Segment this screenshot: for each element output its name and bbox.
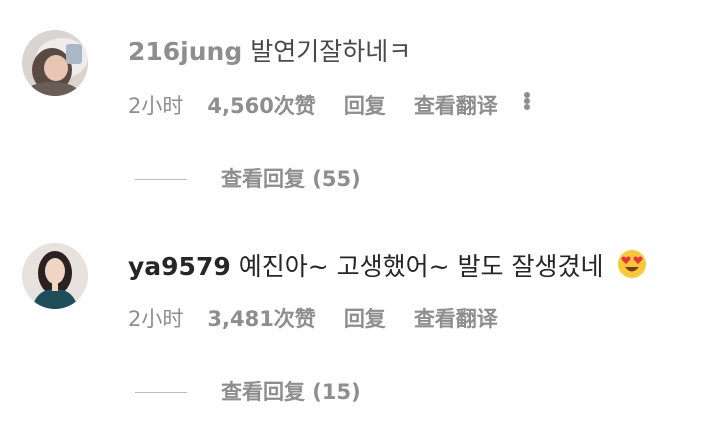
heart-eyes-emoji [617,249,647,287]
likes-count[interactable]: 3,481次赞 [207,305,315,333]
more-dots-icon[interactable] [523,92,530,120]
translate-button[interactable]: 查看翻译 [414,92,498,120]
comment-text: 예진아~ 고생했어~ 발도 잘생겼네 [238,252,604,281]
view-replies-button[interactable]: 查看回复 (15) [135,378,361,406]
comment-body: 216jung 발연기잘하네ㅋ [128,36,411,68]
view-replies-label[interactable]: 查看回复 (15) [221,378,361,406]
username[interactable]: ya9579 [128,252,231,281]
comment-body: ya9579 예진아~ 고생했어~ 발도 잘생겼네 [128,249,647,287]
divider [135,178,187,180]
translate-button[interactable]: 查看翻译 [414,305,498,333]
reply-button[interactable]: 回复 [344,305,386,333]
view-replies-button[interactable]: 查看回复 (55) [135,165,361,193]
timestamp: 2小时 [128,307,184,331]
username[interactable]: 216jung [128,37,242,66]
divider [135,391,187,393]
timestamp: 2小时 [128,94,184,118]
comment-text: 발연기잘하네ㅋ [250,37,412,66]
reply-button[interactable]: 回复 [344,92,386,120]
comment-meta: 2小时 3,481次赞 回复 查看翻译 [128,305,524,333]
comment-meta: 2小时 4,560次赞 回复 查看翻译 [128,92,530,120]
avatar[interactable] [22,30,88,96]
likes-count[interactable]: 4,560次赞 [207,92,315,120]
avatar[interactable] [22,243,88,309]
view-replies-label[interactable]: 查看回复 (55) [221,165,361,193]
